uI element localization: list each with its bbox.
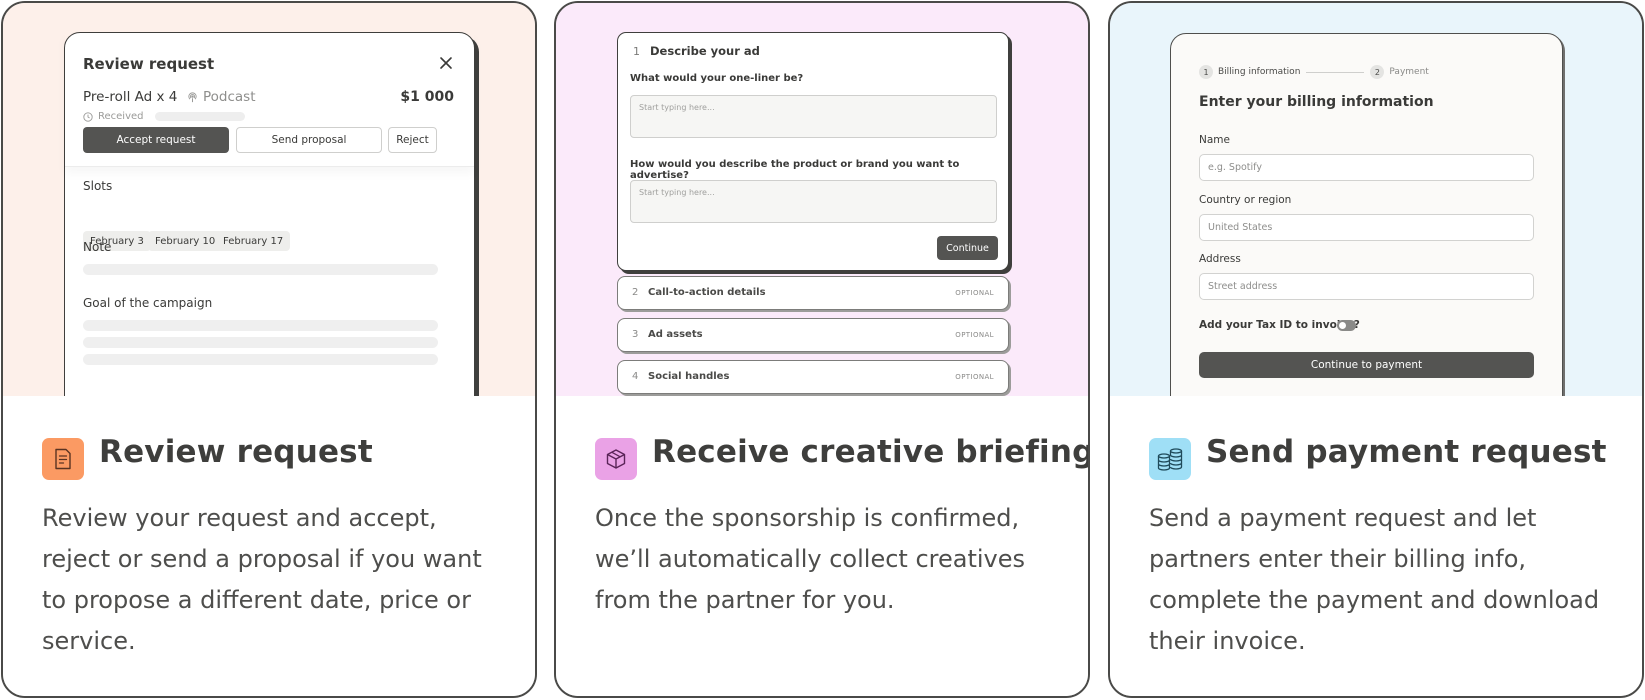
billing-form: 1 Billing information 2 Payment Enter yo… [1170,33,1563,396]
tax-id-label: Add your Tax ID to invoice? [1199,319,1360,331]
country-label: Country or region [1199,194,1292,206]
feature-description: Once the sponsorship is confirmed, we’ll… [595,504,1026,614]
briefing-step-row[interactable]: 4 Social handles OPTIONAL [617,360,1009,394]
step-number: 2 [1370,65,1385,79]
feature-text: Send payment request Send a payment requ… [1110,396,1642,696]
step-number: 3 [632,329,639,340]
status-row: Received [83,111,245,122]
note-placeholder [83,264,438,275]
feature-card-review-request: Review request Pre-roll Ad x 4 Podcast $… [1,1,537,698]
slot-chip: February 17 [216,231,291,251]
product-name: Pre-roll Ad x 4 [83,89,178,105]
step-title: Social handles [648,371,730,382]
country-select[interactable]: United States [1199,214,1534,241]
review-request-dialog: Review request Pre-roll Ad x 4 Podcast $… [64,32,475,396]
dialog-title: Review request [83,55,215,73]
feature-title: Receive creative briefing [652,434,1090,470]
optional-tag: OPTIONAL [955,331,994,339]
feature-text: Receive creative briefing Once the spons… [556,396,1090,696]
optional-tag: OPTIONAL [955,289,994,297]
channel-text: Podcast [203,89,256,105]
briefing-step-describe-ad: 1 Describe your ad What would your one-l… [617,32,1009,271]
creative-briefing-preview: 1 Describe your ad What would your one-l… [556,3,1088,396]
document-icon [42,438,84,480]
close-icon[interactable] [438,55,454,71]
price: $1 000 [400,89,454,105]
feature-title: Review request [99,434,373,470]
feature-description: Review your request and accept, reject o… [42,504,482,655]
step-label: Billing information [1218,67,1301,77]
send-proposal-button[interactable]: Send proposal [236,127,382,153]
clock-icon [83,111,93,122]
step-title: Call-to-action details [648,287,766,298]
tax-id-toggle[interactable] [1337,320,1356,331]
address-label: Address [1199,253,1241,265]
one-liner-textarea[interactable]: Start typing here... [630,95,997,138]
product-description-textarea[interactable]: Start typing here... [630,180,997,223]
question-label: What would your one-liner be? [630,73,804,84]
box-icon [595,438,637,480]
review-request-header: Review request Pre-roll Ad x 4 Podcast $… [65,33,474,167]
name-field[interactable]: e.g. Spotify [1199,154,1534,181]
feature-text: Review request Review your request and a… [3,396,535,696]
goal-placeholder-line [83,337,438,348]
slot-chip: February 10 [148,231,223,251]
goal-placeholder-line [83,354,438,365]
feature-description: Send a payment request and let partners … [1149,504,1600,655]
name-label: Name [1199,134,1230,146]
step-number: 2 [632,287,639,298]
accept-request-button[interactable]: Accept request [83,127,229,153]
briefing-step-row[interactable]: 2 Call-to-action details OPTIONAL [617,276,1009,310]
note-label: Note [83,240,112,254]
payment-request-preview: 1 Billing information 2 Payment Enter yo… [1110,3,1642,396]
form-title: Enter your billing information [1199,94,1434,110]
feature-card-creative-briefing: 1 Describe your ad What would your one-l… [554,1,1090,698]
step-title: Describe your ad [650,44,760,58]
step-label: Payment [1389,67,1429,77]
step-divider [1306,71,1365,73]
status-date-placeholder [154,112,245,121]
briefing-step-row[interactable]: 3 Ad assets OPTIONAL [617,318,1009,352]
optional-tag: OPTIONAL [955,373,994,381]
address-field[interactable]: Street address [1199,273,1534,300]
slots-label: Slots [83,179,113,193]
stepper: 1 Billing information 2 Payment [1199,65,1429,79]
step-title: Ad assets [648,329,703,340]
continue-to-payment-button[interactable]: Continue to payment [1199,352,1534,378]
step-number: 1 [633,45,640,58]
step-number: 4 [632,371,639,382]
goal-label: Goal of the campaign [83,296,213,310]
review-request-preview: Review request Pre-roll Ad x 4 Podcast $… [3,3,535,396]
podcast-icon [188,91,197,102]
goal-placeholder-line [83,320,438,331]
feature-card-payment-request: 1 Billing information 2 Payment Enter yo… [1108,1,1644,698]
channel-label: Podcast [187,89,256,105]
feature-title: Send payment request [1206,434,1607,470]
coins-icon [1149,438,1191,480]
step-number: 1 [1199,65,1213,79]
status-text: Received [98,111,144,122]
reject-button[interactable]: Reject [388,127,437,153]
question-label: How would you describe the product or br… [630,159,960,181]
continue-button[interactable]: Continue [937,236,998,260]
